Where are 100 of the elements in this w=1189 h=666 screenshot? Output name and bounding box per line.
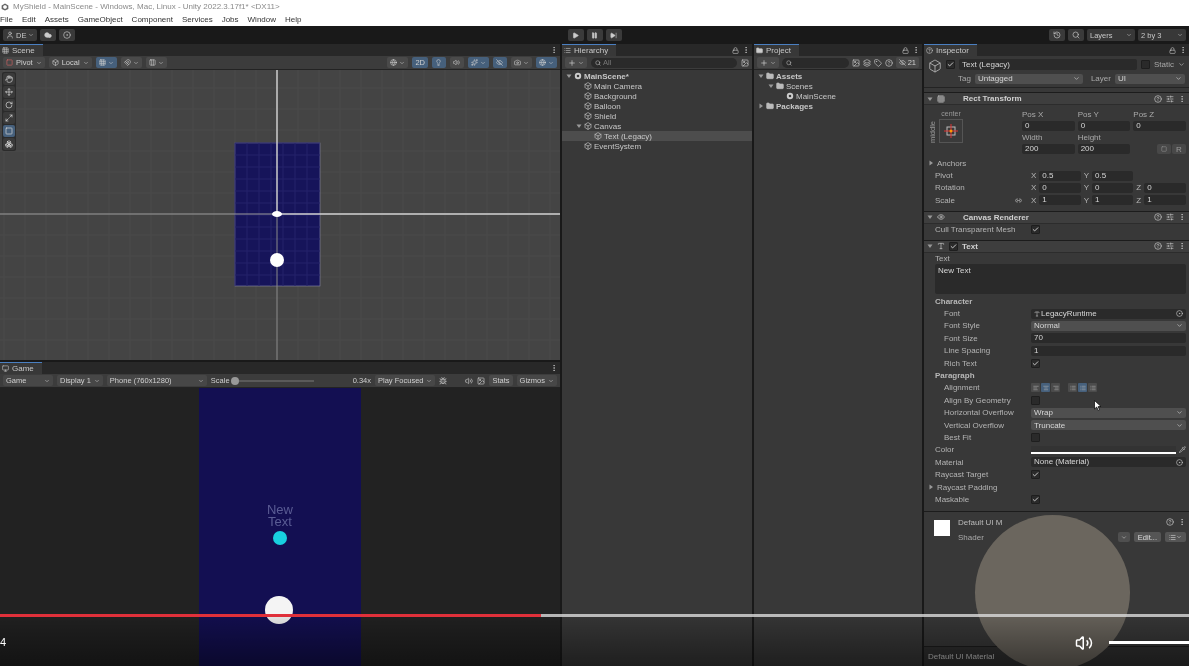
checkbox[interactable] — [1031, 432, 1040, 442]
more-icon[interactable] — [742, 46, 750, 54]
sliders-icon[interactable] — [1166, 242, 1174, 251]
info-icon[interactable] — [884, 58, 893, 67]
tree-item[interactable]: Canvas — [562, 121, 752, 131]
caret-icon[interactable] — [928, 160, 934, 167]
more-icon[interactable] — [550, 46, 558, 54]
sliders-icon[interactable] — [1166, 94, 1174, 103]
number-field[interactable]: 1 — [1039, 195, 1081, 206]
align-button[interactable] — [1031, 383, 1040, 393]
video-progress-bar[interactable] — [0, 614, 1189, 617]
history-button[interactable] — [1049, 29, 1065, 41]
eyedropper-icon[interactable] — [1179, 446, 1186, 454]
tool-button[interactable] — [3, 86, 15, 98]
tree-item[interactable]: Text (Legacy) — [562, 131, 752, 141]
caret-icon[interactable] — [768, 83, 774, 89]
image-icon[interactable] — [741, 58, 749, 67]
dropdown[interactable]: Truncate — [1031, 420, 1186, 431]
snap-button[interactable] — [120, 57, 142, 68]
object-field[interactable]: LegacyRuntime — [1031, 308, 1186, 319]
tool-button[interactable] — [3, 112, 15, 124]
text-area[interactable]: New Text — [935, 263, 1186, 294]
foldout-label[interactable]: Raycast Padding — [937, 482, 998, 492]
volume-icon[interactable] — [1075, 634, 1093, 652]
checkbox[interactable] — [949, 241, 958, 251]
caret-icon[interactable] — [566, 73, 572, 79]
effects-button[interactable] — [468, 57, 489, 68]
panel-tab[interactable]: Inspector — [924, 44, 977, 56]
align-button[interactable] — [1088, 383, 1097, 393]
number-field[interactable]: 1 — [1031, 345, 1186, 356]
panel-tab[interactable]: Hierarchy — [562, 44, 617, 56]
more-icon[interactable] — [550, 364, 558, 372]
panel-tab[interactable]: Project — [754, 44, 799, 56]
audio-button[interactable] — [450, 57, 464, 68]
dropdown[interactable]: UI — [1114, 73, 1185, 84]
number-field[interactable]: 1 — [1144, 195, 1186, 206]
tree-item[interactable]: Main Camera — [562, 81, 752, 91]
play-button[interactable] — [567, 29, 584, 41]
tool-button[interactable] — [3, 125, 15, 137]
pause-button[interactable] — [586, 29, 603, 41]
slider-thumb[interactable] — [231, 376, 240, 385]
search-button[interactable] — [1068, 29, 1084, 41]
caret-icon[interactable] — [758, 103, 764, 109]
menu-item[interactable]: Edit — [21, 15, 36, 24]
checkbox[interactable] — [946, 60, 955, 69]
anchor-preset-button[interactable] — [939, 119, 963, 143]
checkbox[interactable] — [1031, 225, 1040, 235]
add-button[interactable] — [757, 57, 779, 68]
tool-button[interactable] — [3, 138, 15, 150]
tree-item[interactable]: Packages — [754, 101, 922, 111]
caret-icon[interactable] — [928, 484, 934, 490]
number-field[interactable]: 0 — [1077, 121, 1131, 131]
object-field[interactable]: None (Material) — [1031, 457, 1186, 468]
bug-icon[interactable] — [439, 376, 448, 385]
camera-button[interactable] — [511, 57, 532, 68]
name-field[interactable]: Text (Legacy) — [959, 59, 1137, 70]
caret-icon[interactable] — [758, 73, 764, 79]
tool-button[interactable] — [3, 73, 15, 85]
align-button[interactable] — [1068, 383, 1077, 393]
speaker-icon[interactable] — [465, 376, 474, 385]
tree-item[interactable]: Assets — [754, 71, 922, 81]
help-icon[interactable] — [1154, 242, 1162, 251]
increment-snap-button[interactable] — [145, 57, 167, 68]
checkbox[interactable] — [1031, 470, 1040, 480]
number-field[interactable]: 0 — [1144, 182, 1186, 193]
lock-icon[interactable] — [902, 46, 909, 54]
color-field[interactable] — [1031, 445, 1176, 454]
lock-icon[interactable] — [732, 46, 739, 54]
help-icon[interactable] — [1154, 94, 1162, 103]
dropdown[interactable]: Untagged — [974, 73, 1083, 84]
tree-item[interactable]: Background — [562, 91, 752, 101]
more-icon[interactable] — [1179, 46, 1187, 54]
visibility-button[interactable] — [493, 57, 507, 68]
cloud-button[interactable] — [40, 29, 57, 41]
collab-button[interactable] — [59, 29, 76, 41]
foldout-label[interactable]: Anchors — [937, 158, 967, 168]
gizmos-button[interactable] — [536, 57, 557, 68]
menu-item[interactable]: Jobs — [221, 15, 239, 24]
component-header[interactable]: Canvas Renderer — [924, 210, 1189, 224]
search-field[interactable] — [782, 57, 849, 68]
link-icon[interactable] — [1015, 196, 1022, 204]
checkbox[interactable] — [1031, 395, 1040, 405]
add-button[interactable] — [565, 57, 587, 68]
image-icon[interactable] — [851, 58, 860, 67]
number-field[interactable]: 0 — [1092, 182, 1134, 193]
number-field[interactable]: 70 — [1031, 333, 1186, 344]
tree-item[interactable]: Balloon — [562, 101, 752, 111]
help-icon[interactable] — [1154, 213, 1162, 222]
target-icon[interactable] — [1176, 458, 1183, 466]
component-header[interactable]: Rect Transform — [924, 92, 1189, 105]
target-icon[interactable] — [1176, 310, 1183, 318]
caret-icon[interactable] — [927, 95, 933, 102]
number-field[interactable]: 0.5 — [1039, 170, 1081, 181]
tree-item[interactable]: Scenes — [754, 81, 922, 91]
image-icon[interactable] — [477, 376, 486, 385]
lighting-button[interactable] — [432, 57, 446, 68]
shading-button[interactable] — [387, 57, 409, 68]
dropdown[interactable]: Normal — [1031, 320, 1186, 331]
caret-icon[interactable] — [927, 214, 933, 221]
menu-item[interactable]: GameObject — [77, 15, 123, 24]
